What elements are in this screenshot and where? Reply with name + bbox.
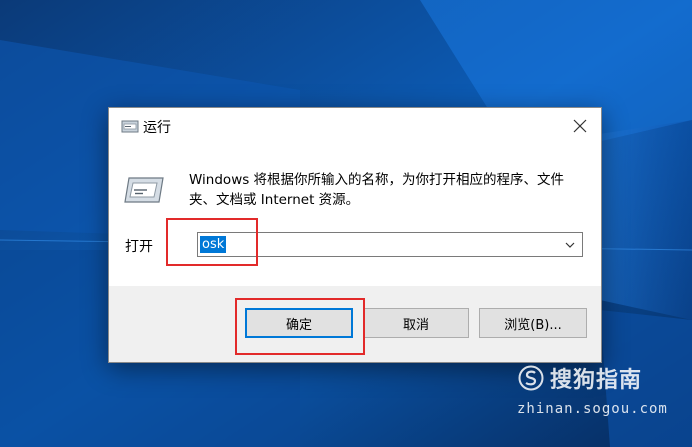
watermark-text: 搜狗指南 bbox=[550, 368, 643, 393]
browse-button[interactable]: 浏览(B)... bbox=[479, 308, 587, 338]
dialog-footer: 确定 取消 浏览(B)... bbox=[109, 286, 601, 362]
close-button[interactable] bbox=[565, 112, 595, 140]
watermark-url: zhinan.sogou.com bbox=[517, 401, 668, 417]
dialog-description: Windows 将根据你所输入的名称，为你打开相应的程序、文件夹、文档或 Int… bbox=[189, 172, 565, 208]
ok-button[interactable]: 确定 bbox=[245, 308, 353, 338]
run-dialog-icon bbox=[121, 120, 139, 133]
close-icon bbox=[573, 119, 587, 133]
dialog-titlebar[interactable]: 运行 bbox=[109, 108, 601, 144]
open-combobox[interactable]: osk bbox=[197, 232, 583, 257]
sogou-logo-icon bbox=[518, 365, 544, 391]
run-dialog: 运行 Windows 将根据你所输入的名称，为你打开相应的程序、文件夹、文档或 … bbox=[108, 107, 602, 363]
dialog-title: 运行 bbox=[143, 120, 171, 136]
watermark-logo: 搜狗指南 bbox=[518, 364, 643, 393]
open-label: 打开 bbox=[125, 239, 153, 255]
run-program-icon bbox=[124, 177, 164, 203]
open-input[interactable]: osk bbox=[200, 236, 227, 253]
chevron-down-icon[interactable] bbox=[564, 239, 576, 251]
cancel-button[interactable]: 取消 bbox=[363, 308, 469, 338]
